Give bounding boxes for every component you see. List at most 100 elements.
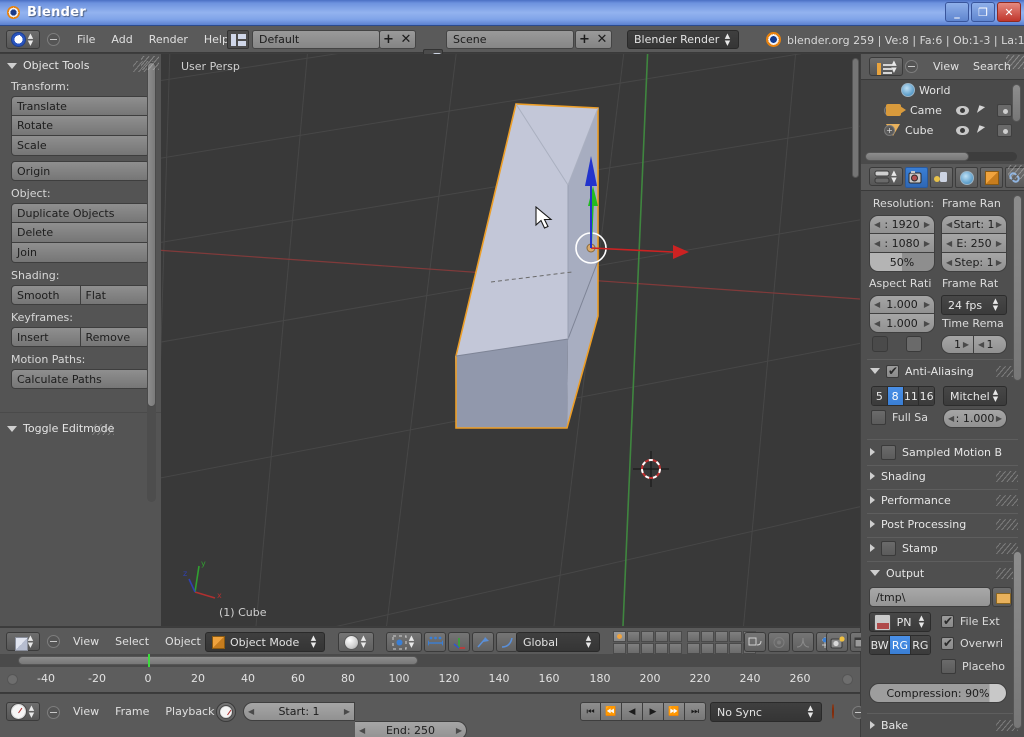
- view3d-editor-type-button[interactable]: ▲ ▼: [6, 632, 40, 651]
- use-markers-button[interactable]: [216, 702, 236, 722]
- layer-16[interactable]: [687, 643, 700, 654]
- timeline-collapse-menu-button[interactable]: [47, 706, 60, 719]
- layer-12[interactable]: [627, 643, 640, 654]
- layer-2[interactable]: [627, 631, 640, 642]
- section-header-shading[interactable]: Shading: [861, 466, 1024, 486]
- outliner-corner-grip[interactable]: [1006, 55, 1024, 69]
- screen-layout-field[interactable]: Default: [252, 30, 380, 49]
- frame-rate-dropdown[interactable]: 24 fps ▲ ▼: [941, 295, 1007, 315]
- shade-smooth-button[interactable]: Smooth: [11, 285, 81, 305]
- layer-17[interactable]: [701, 643, 714, 654]
- layer-grid-top[interactable]: [613, 631, 682, 654]
- view3d-menu-select[interactable]: Select: [107, 629, 157, 655]
- ruler-right-cap[interactable]: [842, 674, 853, 685]
- world-tab-icon[interactable]: [955, 167, 978, 188]
- outliner-menu-view[interactable]: View: [925, 54, 967, 80]
- viewport-3d[interactable]: x y z User Persp (1) Cube: [161, 54, 860, 626]
- menu-add[interactable]: Add: [103, 27, 140, 53]
- section-header-antialiasing[interactable]: Anti-Aliasing: [861, 361, 1024, 381]
- render-camera-button[interactable]: [826, 632, 848, 652]
- translate-button[interactable]: Translate: [11, 96, 150, 116]
- proportional-falloff-button[interactable]: [792, 632, 814, 652]
- aa-sample-8[interactable]: 8: [887, 387, 904, 405]
- frame-start-field[interactable]: ◀ Start: 1 ▶: [243, 702, 355, 721]
- section-header-output[interactable]: Output: [861, 563, 1024, 583]
- overwrite-checkbox[interactable]: [941, 636, 954, 650]
- layer-18[interactable]: [715, 643, 728, 654]
- layer-8[interactable]: [715, 631, 728, 642]
- layer-13[interactable]: [641, 643, 654, 654]
- lock-to-object-button[interactable]: [744, 632, 766, 652]
- cube-visibility-icon[interactable]: [956, 125, 969, 135]
- sampled-motion-blur-checkbox[interactable]: [881, 444, 896, 460]
- outliner-vertical-scrollbar[interactable]: [1012, 84, 1021, 122]
- timeline-menu-frame[interactable]: Frame: [107, 699, 157, 725]
- frame-end-field[interactable]: ◀ End: 250 ▶: [355, 721, 467, 737]
- camera-visibility-icon[interactable]: [956, 105, 969, 115]
- aa-sample-16[interactable]: 16: [919, 387, 934, 405]
- frame-start-field-props[interactable]: ◀ Start: 1 ▶: [941, 215, 1007, 234]
- render-tab-icon[interactable]: [905, 167, 928, 188]
- scene-name-field[interactable]: Scene: [446, 30, 574, 49]
- stamp-checkbox[interactable]: [881, 540, 896, 556]
- timeline-horizontal-scrollbar[interactable]: [18, 656, 418, 665]
- area-corner-grip-topleft[interactable]: [141, 56, 159, 70]
- scene-tab-icon[interactable]: [930, 167, 953, 188]
- outliner-horizontal-scroll-track[interactable]: [865, 152, 1017, 161]
- properties-vertical-scrollbar[interactable]: [1013, 195, 1022, 381]
- outliner-collapse-menu-button[interactable]: [905, 60, 918, 73]
- render-engine-dropdown[interactable]: Blender Render ▲ ▼: [627, 30, 739, 49]
- scale-button[interactable]: Scale: [11, 136, 150, 156]
- screen-layout-icon[interactable]: [227, 30, 249, 49]
- add-screen-button[interactable]: +: [379, 30, 398, 49]
- proportional-edit-button[interactable]: [768, 632, 790, 652]
- pivot-point-button[interactable]: ▲ ▼: [386, 632, 422, 652]
- timeline-menu-playback[interactable]: Playback: [157, 699, 222, 725]
- cube-selectability-icon[interactable]: [976, 125, 986, 135]
- outliner-horizontal-scrollbar[interactable]: [865, 152, 969, 161]
- play-reverse-button[interactable]: ◀: [622, 702, 643, 721]
- filter-size-field[interactable]: ◀: 1.000 ▶: [943, 409, 1007, 428]
- file-extensions-checkbox[interactable]: [941, 614, 954, 628]
- join-button[interactable]: Join: [11, 243, 150, 263]
- section-header-performance[interactable]: Performance: [861, 490, 1024, 510]
- restore-button[interactable]: ❐: [971, 2, 995, 22]
- duplicate-objects-button[interactable]: Duplicate Objects: [11, 203, 150, 223]
- outliner-row-camera[interactable]: + Came: [861, 100, 1024, 120]
- placeholders-toggle[interactable]: Placeho: [941, 659, 1005, 674]
- layer-14[interactable]: [655, 643, 668, 654]
- color-mode-segmented[interactable]: BW RG RG: [869, 635, 931, 655]
- layer-11[interactable]: [613, 643, 626, 654]
- rotate-button[interactable]: Rotate: [11, 116, 150, 136]
- section-header-sampled-motion-blur[interactable]: Sampled Motion B: [861, 442, 1024, 462]
- outliner-editor-type-button[interactable]: ▲ ▼: [869, 57, 903, 76]
- stereo-swatch-left[interactable]: [872, 336, 888, 352]
- ruler-left-cap[interactable]: [7, 674, 18, 685]
- full-sample-checkbox[interactable]: [871, 410, 886, 425]
- file-extensions-toggle[interactable]: File Ext: [941, 614, 1000, 628]
- panel-header-object-tools[interactable]: Object Tools: [0, 54, 161, 74]
- aa-sample-5[interactable]: 5: [872, 387, 888, 405]
- menu-file[interactable]: File: [69, 27, 103, 53]
- layer-4[interactable]: [655, 631, 668, 642]
- view3d-menu-view[interactable]: View: [65, 629, 107, 655]
- translate-manipulator-button[interactable]: [448, 632, 470, 652]
- expand-cube-icon[interactable]: +: [884, 124, 895, 136]
- layer-1[interactable]: [613, 631, 626, 642]
- view3d-menu-object[interactable]: Object: [157, 629, 209, 655]
- frame-step-field[interactable]: ◀ Step: 1 ▶: [941, 253, 1007, 272]
- viewport-shading-button[interactable]: ▲ ▼: [338, 632, 374, 652]
- info-editor-type-button[interactable]: i ▲ ▼: [6, 30, 40, 49]
- minimize-button[interactable]: _: [945, 2, 969, 22]
- toolshelf-scrollbar[interactable]: [147, 62, 156, 407]
- layer-5[interactable]: [669, 631, 682, 642]
- calculate-paths-button[interactable]: Calculate Paths: [11, 369, 150, 389]
- overwrite-toggle[interactable]: Overwri: [941, 636, 1003, 650]
- properties-corner-grip[interactable]: [1008, 165, 1024, 179]
- remap-new-field[interactable]: ◀ 1: [974, 335, 1007, 354]
- rotate-manipulator-button[interactable]: [472, 632, 494, 652]
- insert-keyframe-button[interactable]: Insert: [11, 327, 81, 347]
- layer-9[interactable]: [729, 631, 742, 642]
- translate-manipulator[interactable]: [161, 54, 860, 626]
- resolution-x-field[interactable]: ◀: 1920 ▶: [869, 215, 935, 234]
